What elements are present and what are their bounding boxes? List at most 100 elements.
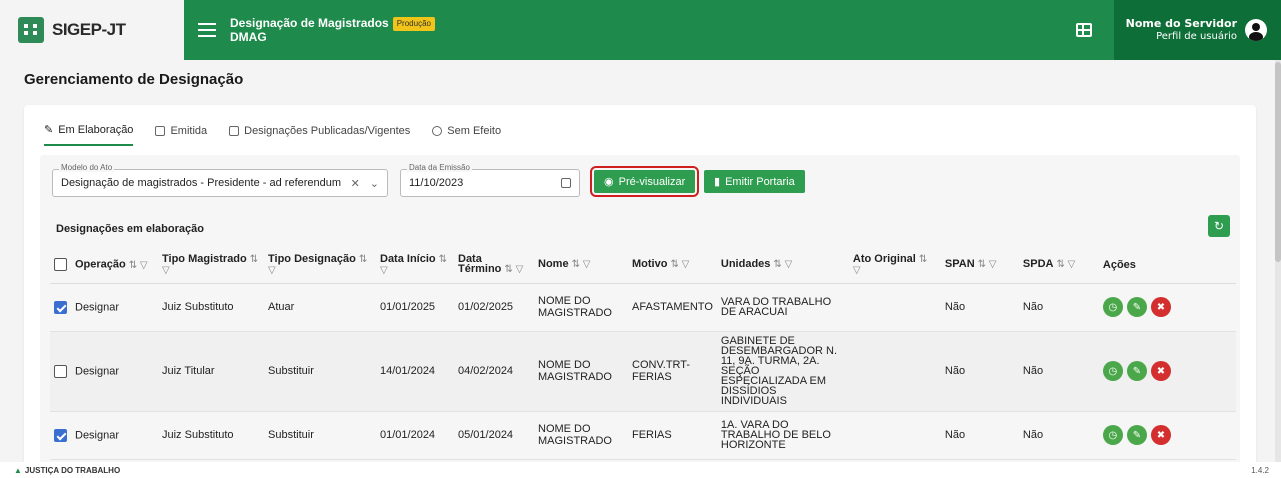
user-role: Perfil de usuário bbox=[1156, 31, 1237, 42]
delete-icon[interactable]: ✖ bbox=[1150, 425, 1171, 445]
tab-label: Designações Publicadas/Vigentes bbox=[244, 124, 411, 137]
cell: Juiz Substituto bbox=[158, 283, 264, 332]
cell bbox=[848, 411, 941, 460]
cell: Não bbox=[940, 411, 1019, 460]
avatar-icon[interactable] bbox=[1245, 19, 1267, 41]
cell: 1A. VARA DO TRABALHO DE BELO HORIZONTE bbox=[716, 411, 849, 460]
section-title: Designações em elaboração bbox=[56, 223, 204, 235]
module-title: Designação de Magistrados bbox=[230, 16, 389, 31]
file-icon: ▮ bbox=[714, 176, 721, 188]
col-data-inicio[interactable]: Data Início ⇅ ▽ bbox=[376, 247, 454, 284]
menu-icon[interactable] bbox=[198, 23, 216, 37]
preview-label: Pré-visualizar bbox=[618, 175, 686, 188]
table-row[interactable]: Designar Juiz Substituto Atuar 01/01/202… bbox=[50, 283, 1236, 332]
user-menu[interactable]: Nome do Servidor Perfil de usuário bbox=[1113, 0, 1281, 60]
version: 1.4.2 bbox=[1251, 465, 1269, 475]
col-tipo-magistrado[interactable]: Tipo Magistrado ⇅ ▽ bbox=[158, 247, 264, 284]
module-bar: Designação de Magistrados Produção DMAG N… bbox=[184, 0, 1281, 60]
footer-brand: JUSTIÇA DO TRABALHO bbox=[24, 465, 121, 475]
filter-panel: Modelo do Ato Designação de magistrados … bbox=[40, 155, 1240, 465]
cell: 14/01/2024 bbox=[376, 331, 454, 412]
delete-icon[interactable]: ✖ bbox=[1150, 297, 1171, 317]
edit-icon[interactable]: ✎ bbox=[1126, 297, 1147, 317]
col-spda[interactable]: SPDA ⇅ ▽ bbox=[1018, 247, 1099, 284]
modelo-label: Modelo do Ato bbox=[59, 163, 115, 172]
content-card: ✎ Em Elaboração Emitida Designações Publi… bbox=[24, 105, 1256, 465]
cell: Substituir bbox=[264, 411, 376, 460]
row-checkbox[interactable] bbox=[54, 364, 67, 378]
col-tipo-designacao[interactable]: Tipo Designação ⇅ ▽ bbox=[264, 247, 376, 284]
tab-emitida[interactable]: Emitida bbox=[155, 123, 207, 146]
cell: Não bbox=[1018, 331, 1099, 412]
user-name: Nome do Servidor bbox=[1125, 17, 1237, 30]
cell: Substituir bbox=[264, 331, 376, 412]
emit-button[interactable]: ▮ Emitir Portaria bbox=[704, 170, 805, 193]
scrollbar-thumb[interactable] bbox=[1275, 62, 1281, 262]
edit-icon[interactable]: ✎ bbox=[1126, 361, 1147, 381]
row-checkbox[interactable] bbox=[54, 300, 67, 314]
module-sub: DMAG bbox=[230, 30, 267, 44]
tab-label: Em Elaboração bbox=[58, 123, 134, 136]
cell: VARA DO TRABALHO DE ARACUAI bbox=[716, 283, 849, 332]
modelo-select[interactable]: Modelo do Ato Designação de magistrados … bbox=[52, 163, 388, 197]
tab-label: Sem Efeito bbox=[447, 124, 502, 137]
preview-button[interactable]: ◉ Pré-visualizar bbox=[589, 166, 700, 197]
data-emissao-field[interactable]: Data da Emissão 11/10/2023 bbox=[400, 163, 580, 197]
modelo-value: Designação de magistrados - Presidente -… bbox=[61, 177, 342, 189]
col-motivo[interactable]: Motivo ⇅ ▽ bbox=[628, 247, 717, 284]
delete-icon[interactable]: ✖ bbox=[1150, 361, 1171, 381]
tab-label: Emitida bbox=[170, 124, 208, 137]
cell: GABINETE DE DESEMBARGADOR N. 11, 9A. TUR… bbox=[716, 331, 849, 412]
cell: CONV.TRT-FERIAS bbox=[628, 331, 717, 412]
cell: 04/02/2024 bbox=[454, 331, 534, 412]
table-row[interactable]: Designar Juiz Substituto Substituir 01/0… bbox=[50, 411, 1236, 460]
col-ato-original[interactable]: Ato Original ⇅ ▽ bbox=[848, 247, 941, 284]
minus-circle-icon bbox=[432, 125, 443, 136]
sigep-logo-icon bbox=[18, 17, 44, 43]
env-badge: Produção bbox=[392, 17, 435, 31]
top-bar: SIGEP-JT Designação de Magistrados Produç… bbox=[0, 0, 1281, 60]
refresh-button[interactable]: ↻ bbox=[1208, 215, 1230, 237]
col-operacao[interactable]: Operação ⇅ ▽ bbox=[50, 247, 158, 284]
cell: NOME DO MAGISTRADO bbox=[534, 331, 628, 412]
cell: Juiz Titular bbox=[158, 331, 264, 412]
col-data-termino[interactable]: Data Término ⇅ ▽ bbox=[454, 247, 534, 284]
cell: 01/01/2024 bbox=[376, 411, 454, 460]
col-span[interactable]: SPAN ⇅ ▽ bbox=[940, 247, 1019, 284]
tab-sem-efeito[interactable]: Sem Efeito bbox=[432, 123, 501, 146]
main-content: Gerenciamento de Designação ✎ Em Elaboraç… bbox=[0, 60, 1281, 465]
emit-label: Emitir Portaria bbox=[725, 175, 795, 188]
col-acoes: Ações bbox=[1098, 247, 1236, 284]
apps-grid-icon[interactable] bbox=[1075, 23, 1092, 37]
cell: 01/01/2025 bbox=[376, 283, 454, 332]
cell: AFASTAMENTO bbox=[628, 283, 717, 332]
history-icon[interactable]: ◷ bbox=[1102, 425, 1123, 445]
justica-logo-icon: ▲ bbox=[14, 465, 22, 475]
edit-icon[interactable]: ✎ bbox=[1126, 425, 1147, 445]
document-icon bbox=[155, 125, 166, 136]
calendar-icon[interactable] bbox=[561, 178, 571, 188]
app-name: SIGEP-JT bbox=[52, 20, 126, 39]
tab-bar: ✎ Em Elaboração Emitida Designações Publi… bbox=[44, 123, 501, 146]
cell: Não bbox=[940, 331, 1019, 412]
brand[interactable]: SIGEP-JT bbox=[0, 0, 184, 60]
col-nome[interactable]: Nome ⇅ ▽ bbox=[534, 247, 628, 284]
tab-publicadas[interactable]: Designações Publicadas/Vigentes bbox=[229, 123, 410, 146]
data-value: 11/10/2023 bbox=[409, 177, 464, 189]
chevron-down-icon[interactable]: ⌄ bbox=[370, 177, 379, 190]
select-all-checkbox[interactable] bbox=[54, 258, 67, 272]
cell: NOME DO MAGISTRADO bbox=[534, 283, 628, 332]
col-unidades[interactable]: Unidades ⇅ ▽ bbox=[716, 247, 849, 284]
eye-icon: ◉ bbox=[604, 176, 614, 188]
cell: 05/01/2024 bbox=[454, 411, 534, 460]
history-icon[interactable]: ◷ bbox=[1102, 361, 1123, 381]
table-row[interactable]: Designar Juiz Titular Substituir 14/01/2… bbox=[50, 331, 1236, 412]
row-checkbox[interactable] bbox=[54, 428, 67, 442]
designations-table: Operação ⇅ ▽ Tipo Magistrado ⇅ ▽ Tipo Desi… bbox=[50, 247, 1236, 460]
clear-icon[interactable]: ✕ bbox=[351, 177, 360, 190]
tab-em-elaboracao[interactable]: ✎ Em Elaboração bbox=[44, 123, 134, 146]
history-icon[interactable]: ◷ bbox=[1102, 297, 1123, 317]
cell: FERIAS bbox=[628, 411, 717, 460]
data-label: Data da Emissão bbox=[407, 163, 472, 172]
people-edit-icon: ✎ bbox=[44, 124, 54, 136]
